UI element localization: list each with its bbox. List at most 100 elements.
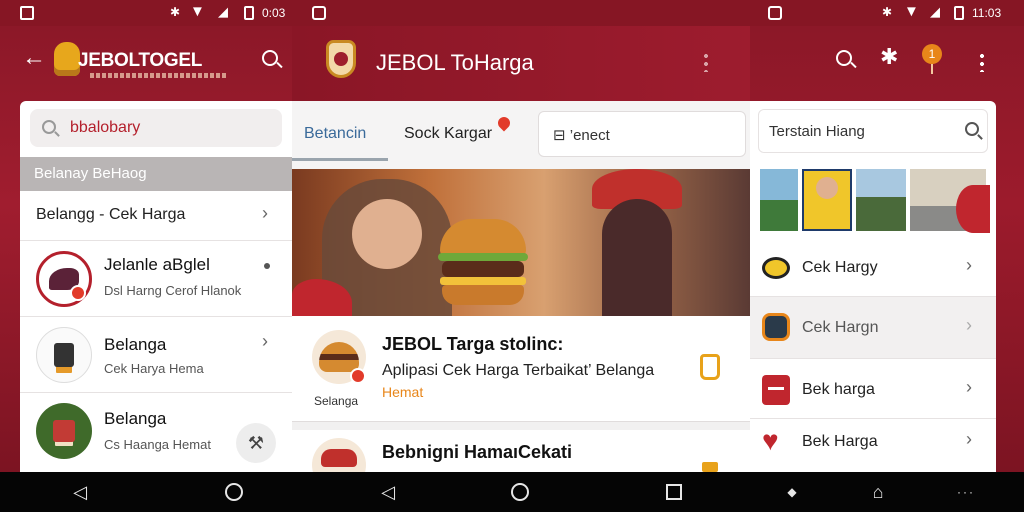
back-arrow-icon[interactable]: ← [22, 46, 46, 70]
photo-thumb[interactable] [856, 169, 906, 231]
list-item-title: Belanga [104, 409, 167, 428]
nav-bar: ◁ ◁ ◆ ⌂ ··· [0, 472, 1024, 512]
tab-label: Sock Kargar [404, 125, 493, 142]
list-item-label: Bek harga [802, 381, 875, 398]
menu-row[interactable]: Belangg - Cek Harga › [20, 191, 292, 241]
more-vert-icon[interactable] [704, 52, 708, 72]
chevron-right-icon: › [262, 331, 268, 351]
signal-icon: ◢ [218, 4, 228, 19]
settings-icon[interactable]: ✱ [880, 46, 898, 68]
photo-thumb[interactable] [760, 169, 798, 231]
search-icon[interactable] [836, 50, 852, 66]
list-item-title: Belanga [104, 335, 167, 354]
notification-icon [768, 6, 782, 20]
box-icon [53, 420, 75, 442]
burger-image [438, 219, 528, 309]
wifi-icon: ▼ [904, 3, 919, 20]
list-item[interactable]: Belanga Cek Harya Hema › [20, 317, 292, 393]
list-item-title: Jelanle aBglel [104, 255, 210, 274]
wifi-icon: ▼ [190, 3, 205, 20]
chevron-right-icon: › [966, 377, 972, 397]
nav-home-icon[interactable] [224, 482, 244, 502]
right-sheet: Terstain Hiang Cek Hargy › Cek Hargn › B… [750, 101, 996, 472]
tab-bar: Betancin Sock Kargar ⊟ ’enect [292, 101, 750, 169]
nav-back-icon[interactable]: ◁ [70, 482, 90, 502]
featured-card[interactable]: Selanga JEBOL Targa stolinc: Aplipasi Ce… [292, 316, 750, 422]
search-text: Terstain Hiang [769, 123, 865, 140]
app-title-underline [90, 73, 226, 78]
nav-more-icon[interactable]: ··· [956, 482, 976, 502]
share-button[interactable]: ⚒ [236, 423, 276, 463]
bluetooth-icon: ✱ [882, 5, 893, 19]
nav-back-icon[interactable]: ◆ [782, 482, 802, 502]
coin-icon [762, 257, 790, 279]
hand-icon[interactable] [700, 354, 720, 380]
list-item[interactable]: ♥ Bek Harga › [750, 419, 996, 472]
right-app-bar: ✱ 1 [750, 26, 1024, 101]
status-bar-left: ✱ ▼ ◢ 0:03 [0, 0, 292, 26]
location-pin-icon [495, 114, 513, 132]
heart-icon: ♥ [762, 425, 779, 456]
hero-image [292, 169, 750, 316]
second-title: Bebnigni HamaıCekati [382, 442, 573, 462]
wrench-icon: ⚒ [247, 432, 265, 453]
photo-strip[interactable] [760, 169, 990, 233]
app-logo [54, 42, 80, 76]
camera-icon [762, 313, 790, 341]
nav-home-icon[interactable] [510, 482, 530, 502]
mid-app-bar: JEBOL ToHarga [292, 26, 750, 101]
featured-tag: Hemat [382, 384, 424, 400]
mid-search-field[interactable]: ⊟ ’enect [538, 111, 746, 157]
list-item-label: Cek Hargy [802, 259, 878, 276]
right-screen: ✱ 1 Terstain Hiang Cek Hargy › Cek Hargn… [750, 26, 1024, 472]
search-text: ⊟ ’enect [553, 127, 610, 144]
app-title: JEBOL ToHarga [376, 50, 534, 75]
thumb-label: Selanga [314, 394, 359, 408]
shield-icon [334, 52, 348, 66]
tab-betancin[interactable]: Betancin [292, 101, 388, 161]
status-bar-right: ✱ ▼ ◢ 11:03 [750, 0, 1024, 26]
app-title: JEBOLTOGEL [78, 50, 203, 71]
list-item-label: Cek Hargn [802, 319, 879, 336]
chevron-right-icon: › [966, 315, 972, 335]
tab-label: Betancin [304, 125, 367, 142]
notification-dot [350, 368, 366, 384]
grill-icon [54, 343, 74, 367]
food-icon [321, 449, 357, 467]
signal-icon: ◢ [930, 4, 940, 19]
nav-home-icon[interactable]: ⌂ [868, 482, 888, 502]
pin-badge[interactable]: 1 [922, 44, 942, 64]
notification-dot [956, 185, 990, 233]
list-item[interactable]: Jelanle aBglel Dsl Harng Cerof Hlanok [20, 241, 292, 317]
status-bar-mid [292, 0, 750, 26]
list-item-subtitle: Cek Harya Hema [104, 361, 204, 376]
list-item-subtitle: Dsl Harng Cerof Hlanok [104, 283, 242, 298]
left-sheet: bbalobary Belanay BeHaog Belangg - Cek H… [20, 101, 292, 472]
featured-subtitle: Aplipasi Cek Harga Terbaikat’ Belanga [382, 362, 655, 379]
more-dot-icon[interactable] [264, 263, 270, 269]
chevron-right-icon: › [262, 203, 268, 223]
burger-icon [319, 342, 359, 372]
menu-row-label: Belangg - Cek Harga [36, 206, 186, 223]
second-card[interactable]: Bebnigni HamaıCekati [292, 430, 750, 492]
search-text: bbalobary [70, 119, 141, 136]
list-item[interactable]: Bek harga › [750, 359, 996, 419]
nav-recents-icon[interactable] [664, 482, 684, 502]
chevron-right-icon: › [966, 429, 972, 449]
search-bar[interactable]: bbalobary [30, 109, 282, 147]
section-header: Belanay BeHaog [20, 157, 292, 191]
more-vert-icon[interactable] [980, 52, 984, 72]
battery-icon [244, 6, 254, 20]
search-icon[interactable] [262, 50, 278, 66]
list-item[interactable]: Cek Hargn › [750, 297, 996, 359]
list-item[interactable]: Cek Hargy › [750, 239, 996, 297]
receipt-icon [762, 375, 790, 405]
featured-title: JEBOL Targa stolinc: [382, 334, 564, 354]
nav-back-icon[interactable]: ◁ [378, 482, 398, 502]
list-item[interactable]: Belanga Cs Haanga Hemat ⚒ [20, 393, 292, 472]
tab-sock-kargar[interactable]: Sock Kargar [396, 101, 514, 161]
tag-icon [702, 462, 718, 472]
bluetooth-icon: ✱ [170, 5, 181, 19]
notification-icon [312, 6, 326, 20]
right-search-bar[interactable]: Terstain Hiang [758, 109, 988, 153]
